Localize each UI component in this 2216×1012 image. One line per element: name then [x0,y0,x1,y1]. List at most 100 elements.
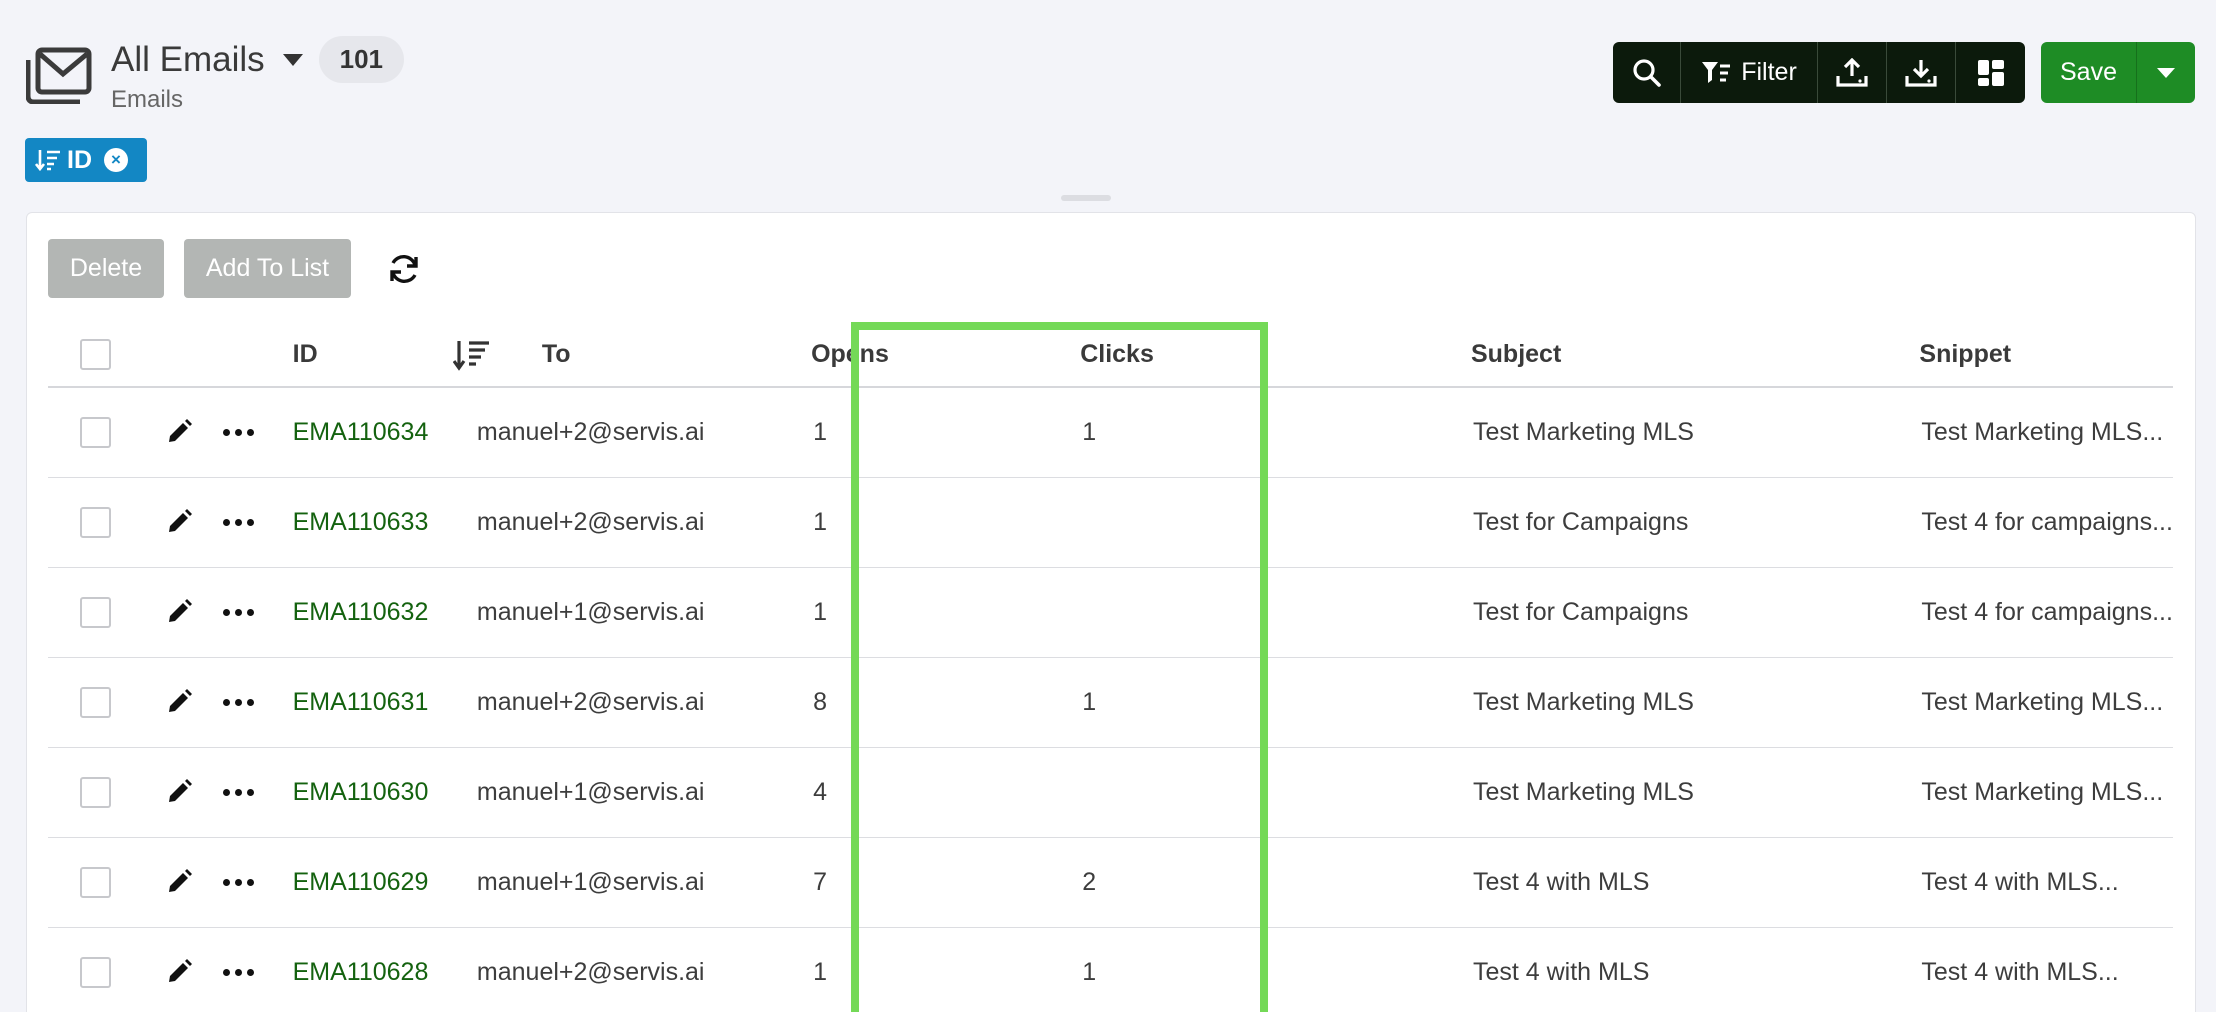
sort-chip[interactable]: ID × [25,138,147,182]
search-button[interactable] [1613,42,1681,103]
row-checkbox[interactable] [80,416,111,448]
email-subject: Test for Campaigns [1472,597,1689,626]
row-opens-cell: 1 [771,567,1043,658]
table-row[interactable]: EMA110628 manuel+2@servis.ai 1 1 Test 4 … [48,927,2173,1012]
emails-list-panel: Delete Add To List ID To Opens Clicks Su… [26,212,2196,1012]
more-options-icon[interactable] [222,428,254,436]
edit-pencil-icon[interactable] [165,688,193,716]
layout-button[interactable] [1956,42,2025,103]
select-all-checkbox[interactable] [80,339,111,370]
table-row[interactable]: EMA110631 manuel+2@servis.ai 8 1 Test Ma… [48,657,2173,748]
row-snippet-cell: Test 4 for campaigns... [1761,477,2173,568]
row-checkbox[interactable] [80,956,111,988]
more-options-icon[interactable] [222,878,254,886]
opens-count: 7 [813,867,827,896]
row-snippet-cell: Test Marketing MLS... [1761,747,2173,838]
column-header-subject[interactable]: Subject [1312,323,1762,388]
more-options-icon[interactable] [222,608,254,616]
row-clicks-cell: 2 [1042,837,1313,928]
email-snippet: Test 4 for campaigns... [1921,507,2173,536]
row-clicks-cell [1042,477,1313,568]
column-header-to[interactable]: To [452,323,772,388]
row-checkbox[interactable] [80,506,111,538]
more-options-icon[interactable] [222,968,254,976]
row-subject-cell: Test for Campaigns [1312,567,1762,658]
panel-resize-handle[interactable] [1061,195,1111,201]
table-row[interactable]: EMA110630 manuel+1@servis.ai 4 Test Mark… [48,747,2173,838]
more-options-icon[interactable] [222,698,254,706]
emails-table-body: EMA110634 manuel+2@servis.ai 1 1 Test Ma… [48,387,2173,1012]
save-options-caret-icon[interactable] [2137,42,2195,103]
table-row[interactable]: EMA110629 manuel+1@servis.ai 7 2 Test 4 … [48,837,2173,928]
edit-pencil-icon[interactable] [165,598,193,626]
row-opens-cell: 8 [771,657,1043,748]
refresh-icon[interactable] [387,252,421,286]
edit-pencil-icon[interactable] [165,868,193,896]
row-select-cell [48,567,165,658]
column-header-id-label: ID [292,340,318,368]
edit-pencil-icon[interactable] [165,508,193,536]
opens-count: 1 [813,597,827,626]
recipient-email: manuel+2@servis.ai [476,957,705,986]
actions-header [164,323,293,388]
upload-icon [1836,57,1868,87]
row-to-cell: manuel+2@servis.ai [474,477,772,568]
record-count-badge: 101 [318,36,405,83]
import-button[interactable] [1818,42,1887,103]
more-options-icon[interactable] [222,518,254,526]
remove-sort-icon[interactable]: × [104,148,128,172]
column-header-clicks[interactable]: Clicks [1042,323,1313,388]
list-toolbar: Filter [1613,42,2025,103]
view-dropdown-caret-icon[interactable] [282,53,303,66]
edit-pencil-icon[interactable] [165,778,193,806]
email-subject: Test Marketing MLS [1472,687,1694,716]
table-row[interactable]: EMA110634 manuel+2@servis.ai 1 1 Test Ma… [48,387,2173,478]
column-header-id[interactable]: ID [292,323,475,388]
column-header-snippet[interactable]: Snippet [1761,323,2173,388]
opens-count: 4 [813,777,827,806]
row-clicks-cell: 1 [1042,927,1313,1012]
recipient-email: manuel+1@servis.ai [476,777,705,806]
row-to-cell: manuel+1@servis.ai [474,837,772,928]
record-id-link[interactable]: EMA110631 [293,688,429,716]
email-snippet: Test Marketing MLS... [1921,417,2164,446]
row-id-cell: EMA110630 [292,747,475,838]
row-opens-cell: 1 [771,387,1043,478]
record-id-link[interactable]: EMA110632 [293,598,429,626]
column-header-opens[interactable]: Opens [771,323,1043,388]
edit-pencil-icon[interactable] [165,418,193,446]
save-button[interactable]: Save [2041,42,2137,103]
recipient-email: manuel+2@servis.ai [476,417,705,446]
sort-chip-label: ID [67,145,92,174]
row-clicks-cell [1042,567,1313,658]
record-id-link[interactable]: EMA110629 [293,868,429,896]
opens-count: 1 [813,507,827,536]
table-row[interactable]: EMA110633 manuel+2@servis.ai 1 Test for … [48,477,2173,568]
delete-button[interactable]: Delete [48,239,164,298]
search-icon [1632,58,1661,87]
table-row[interactable]: EMA110632 manuel+1@servis.ai 1 Test for … [48,567,2173,658]
column-header-subject-label: Subject [1470,340,1562,368]
edit-pencil-icon[interactable] [165,958,193,986]
sort-desc-icon[interactable] [452,339,491,371]
record-id-link[interactable]: EMA110633 [293,508,429,536]
filter-button[interactable]: Filter [1681,42,1818,103]
clicks-count: 1 [1082,687,1097,716]
row-subject-cell: Test 4 with MLS [1312,927,1762,1012]
more-options-icon[interactable] [222,788,254,796]
record-id-link[interactable]: EMA110634 [293,418,429,446]
add-to-list-button[interactable]: Add To List [184,239,351,298]
row-checkbox[interactable] [80,866,111,898]
row-checkbox[interactable] [80,686,111,718]
row-checkbox[interactable] [80,596,111,628]
row-subject-cell: Test Marketing MLS [1312,747,1762,838]
filter-icon [1702,61,1731,83]
opens-count: 1 [813,417,827,446]
row-checkbox[interactable] [80,776,111,808]
export-button[interactable] [1887,42,1956,103]
record-id-link[interactable]: EMA110628 [293,958,429,986]
row-subject-cell: Test 4 with MLS [1312,837,1762,928]
row-snippet-cell: Test 4 with MLS... [1761,927,2173,1012]
row-select-cell [48,477,165,568]
record-id-link[interactable]: EMA110630 [293,778,429,806]
